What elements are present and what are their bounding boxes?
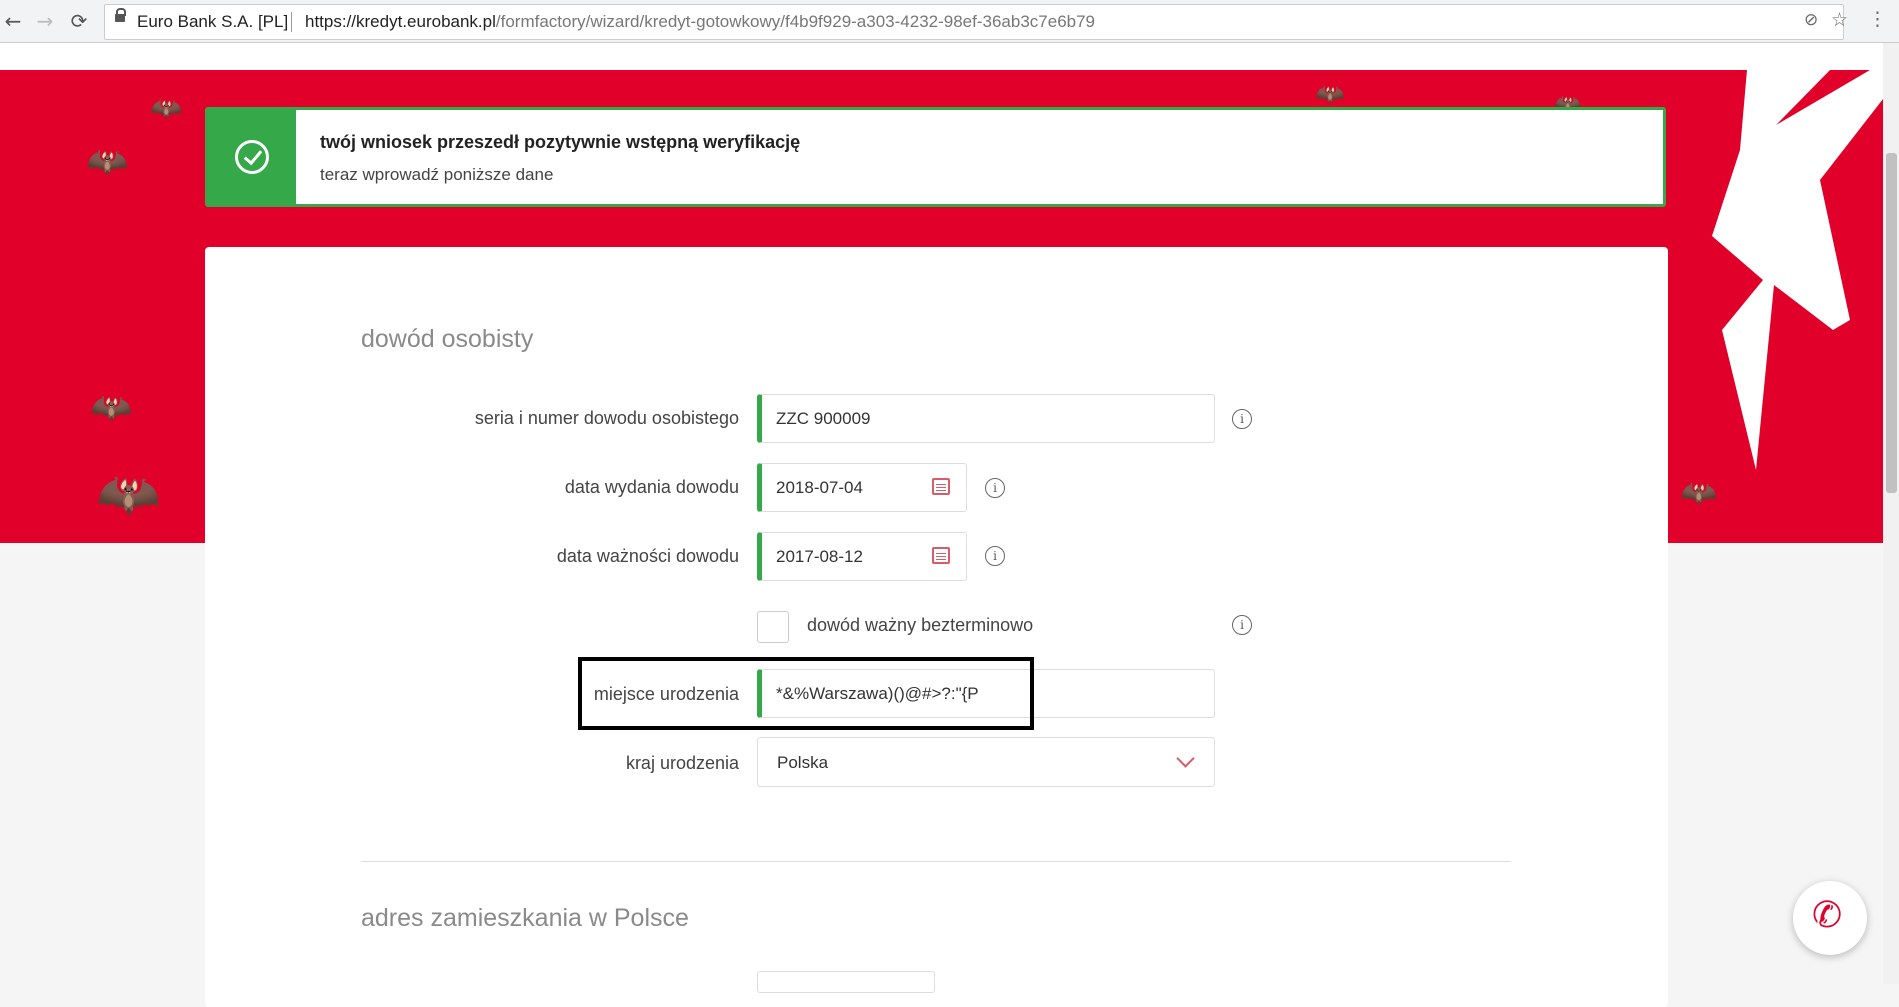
section-divider: [361, 861, 1511, 862]
info-icon[interactable]: i: [985, 546, 1005, 566]
call-button[interactable]: ✆: [1793, 881, 1867, 955]
back-icon[interactable]: ←: [0, 8, 26, 34]
bat-decoration: 🦇: [1680, 476, 1718, 511]
bat-decoration: 🦇: [86, 142, 129, 182]
id-number-label: seria i numer dowodu osobistego: [474, 408, 739, 428]
forward-icon[interactable]: →: [32, 8, 58, 34]
issue-date-input[interactable]: 2018-07-04: [757, 463, 967, 512]
bat-decoration: 🦇: [150, 94, 183, 124]
phone-icon: ✆: [1812, 895, 1843, 936]
calendar-icon[interactable]: [932, 547, 950, 564]
banner-subtitle: teraz wprowadź poniższe dane: [320, 165, 554, 184]
banner-icon-area: [208, 110, 296, 204]
highlight-annotation: [578, 657, 1034, 730]
menu-icon[interactable]: ⋮: [1868, 8, 1887, 30]
info-icon[interactable]: i: [985, 478, 1005, 498]
indefinite-label[interactable]: dowód ważny bezterminowo: [807, 615, 1033, 636]
birth-country-value: Polska: [777, 753, 829, 772]
birth-country-select[interactable]: Polska: [757, 737, 1215, 787]
verification-banner: twój wniosek przeszedł pozytywnie wstępn…: [205, 107, 1666, 207]
page-top-strip: [0, 43, 1899, 70]
address-input-partial[interactable]: [757, 971, 935, 993]
indefinite-checkbox[interactable]: [757, 611, 789, 643]
section-title-address: adres zamieszkania w Polsce: [361, 904, 689, 932]
scrollbar[interactable]: [1883, 43, 1899, 984]
id-number-value: ZZC 900009: [776, 409, 871, 428]
divider: [291, 12, 292, 32]
lightning-decoration: [1712, 70, 1890, 470]
expiry-date-value: 2017-08-12: [776, 547, 863, 566]
extension-icon[interactable]: ⊘: [1804, 10, 1818, 30]
id-number-input[interactable]: ZZC 900009: [757, 394, 1215, 443]
info-icon[interactable]: i: [1232, 615, 1252, 635]
info-icon[interactable]: i: [1232, 409, 1252, 429]
expiry-date-input[interactable]: 2017-08-12: [757, 532, 967, 581]
star-icon[interactable]: ☆: [1831, 9, 1848, 31]
issue-date-label: data wydania dowodu: [564, 477, 739, 497]
browser-toolbar: ← → ⟳ Euro Bank S.A. [PL] https://kredyt…: [0, 0, 1899, 43]
reload-icon[interactable]: ⟳: [66, 8, 92, 34]
section-title-id: dowód osobisty: [361, 325, 534, 353]
expiry-date-label: data ważności dowodu: [556, 546, 739, 566]
chevron-down-icon: [1176, 749, 1195, 768]
issue-date-value: 2018-07-04: [776, 478, 863, 497]
lock-icon: [115, 8, 126, 22]
bat-decoration: 🦇: [90, 388, 133, 428]
calendar-icon[interactable]: [932, 478, 950, 495]
bat-decoration: 🦇: [1315, 80, 1345, 108]
check-circle-icon: [235, 140, 269, 174]
site-identity: Euro Bank S.A. [PL]: [137, 12, 289, 31]
url-text[interactable]: https://kredyt.eurobank.pl/formfactory/w…: [305, 12, 1095, 32]
birth-country-label: kraj urodzenia: [625, 753, 739, 773]
scrollbar-thumb[interactable]: [1886, 153, 1897, 493]
address-bar[interactable]: Euro Bank S.A. [PL] https://kredyt.eurob…: [104, 4, 1848, 40]
bat-decoration: 🦇: [96, 465, 161, 525]
banner-title: twój wniosek przeszedł pozytywnie wstępn…: [320, 132, 801, 152]
